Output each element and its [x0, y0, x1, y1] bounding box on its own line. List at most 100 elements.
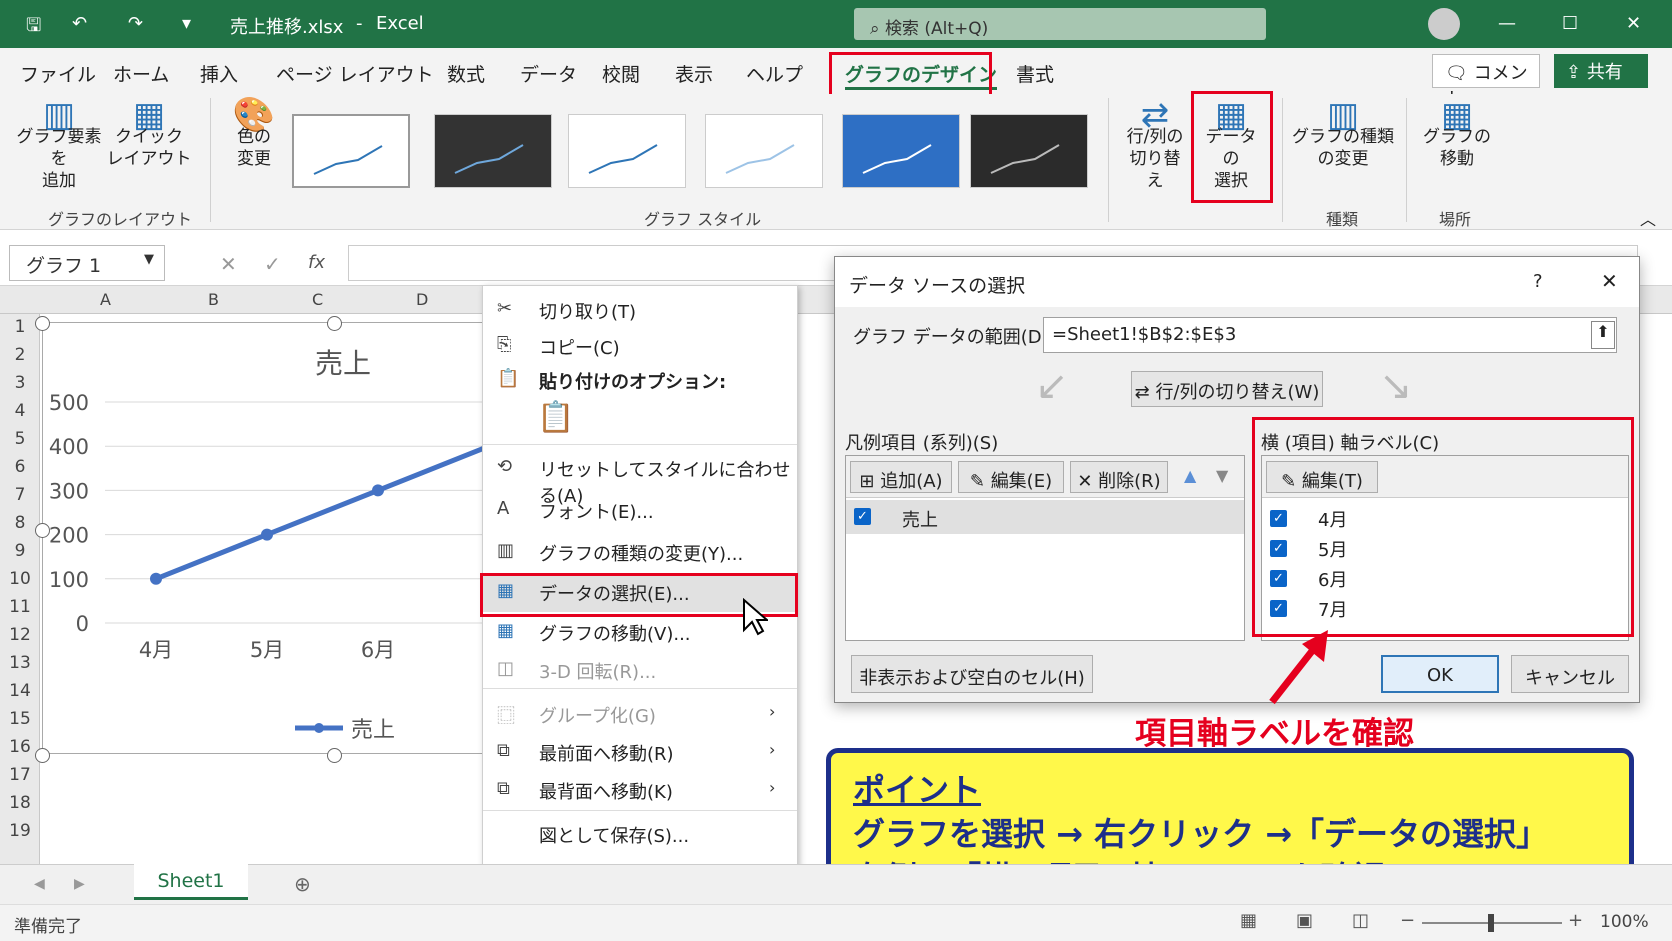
redo-icon[interactable]: ↷ [128, 13, 143, 34]
row-number[interactable]: 18 [0, 793, 40, 813]
data-point[interactable] [261, 528, 273, 541]
change-color-button[interactable]: 🎨 色の 変更 [222, 98, 286, 170]
collapse-range-icon[interactable]: ⬆ [1591, 321, 1615, 349]
chart-title[interactable]: 売上 [315, 347, 371, 380]
tab-page-layout[interactable]: ページ レイアウト [276, 60, 434, 87]
minimize-icon[interactable]: — [1498, 13, 1516, 34]
column-a[interactable]: A [100, 290, 111, 309]
row-number[interactable]: 8 [0, 513, 40, 533]
page-layout-view-icon[interactable]: ▣ [1296, 910, 1313, 931]
chevron-down-icon[interactable]: ▼ [144, 252, 154, 267]
add-sheet-icon[interactable]: ⊕ [294, 872, 311, 896]
add-series-button[interactable]: ⊞ 追加(A) [850, 461, 952, 493]
row-number[interactable]: 3 [0, 373, 40, 393]
help-icon[interactable]: ? [1533, 271, 1543, 292]
sheet-tab-sheet1[interactable]: Sheet1 [134, 864, 248, 900]
customize-icon[interactable]: ▾ [182, 13, 191, 34]
row-number[interactable]: 12 [0, 625, 40, 645]
series-checkbox[interactable]: ✓ [854, 508, 871, 525]
legend-label[interactable]: 売上 [351, 718, 395, 743]
collapse-ribbon-icon[interactable]: ︿ [1640, 206, 1656, 230]
share-button[interactable]: ⇪ 共有 [1554, 54, 1648, 88]
zoom-out-icon[interactable]: − [1400, 910, 1415, 931]
row-number[interactable]: 4 [0, 401, 40, 421]
range-input[interactable]: =Sheet1!$B$2:$E$3 [1043, 317, 1617, 353]
tab-formulas[interactable]: 数式 [447, 60, 485, 87]
column-b[interactable]: B [208, 290, 219, 309]
search-input[interactable]: ⌕ 検索 (Alt+Q) [854, 8, 1266, 40]
row-number[interactable]: 17 [0, 765, 40, 785]
menu-cut[interactable]: 切り取り(T) [539, 298, 636, 324]
row-number[interactable]: 1 [0, 317, 40, 337]
menu-change-chart-type[interactable]: グラフの種類の変更(Y)... [539, 540, 743, 566]
cancel-icon[interactable]: ✕ [220, 252, 237, 276]
chart-style-4[interactable] [705, 114, 823, 188]
undo-icon[interactable]: ↶ [72, 13, 87, 34]
row-number[interactable]: 5 [0, 429, 40, 449]
save-icon[interactable]: 🖫 [26, 13, 41, 43]
row-number[interactable]: 13 [0, 653, 40, 673]
enter-icon[interactable]: ✓ [264, 252, 281, 276]
quick-layout-button[interactable]: ▦ クイック レイアウト [106, 98, 192, 170]
menu-move-chart[interactable]: グラフの移動(V)... [539, 620, 691, 646]
scroll-left-icon[interactable]: ◀ [34, 876, 45, 892]
row-number[interactable]: 14 [0, 681, 40, 701]
comment-button[interactable]: 🗨 コメント [1432, 54, 1540, 110]
row-number[interactable]: 2 [0, 345, 40, 365]
edit-series-button[interactable]: ✎ 編集(E) [958, 461, 1064, 493]
delete-series-button[interactable]: ✕ 削除(R) [1070, 461, 1168, 493]
tab-insert[interactable]: 挿入 [200, 60, 238, 87]
chart-style-2[interactable] [434, 114, 552, 188]
row-number[interactable]: 15 [0, 709, 40, 729]
tab-help[interactable]: ヘルプ [746, 60, 803, 87]
chart-style-3[interactable] [568, 114, 686, 188]
zoom-in-icon[interactable]: + [1568, 910, 1583, 931]
function-icon[interactable]: fx [308, 252, 325, 273]
data-point[interactable] [372, 484, 384, 497]
menu-font[interactable]: フォント(E)... [539, 498, 654, 524]
move-chart-button[interactable]: ▦ グラフの 移動 [1418, 98, 1496, 170]
paste-option-icon[interactable]: 📋 [537, 400, 574, 435]
zoom-slider-thumb[interactable] [1488, 914, 1494, 932]
resize-handle[interactable] [35, 523, 50, 538]
resize-handle[interactable] [327, 316, 342, 331]
row-number[interactable]: 16 [0, 737, 40, 757]
column-c[interactable]: C [312, 290, 323, 309]
name-box[interactable]: グラフ 1 ▼ [9, 245, 165, 281]
avatar[interactable] [1428, 8, 1460, 40]
menu-copy[interactable]: コピー(C) [539, 334, 620, 360]
ok-button[interactable]: OK [1381, 655, 1499, 693]
series-line-uriage[interactable] [155, 434, 514, 582]
row-number[interactable]: 6 [0, 457, 40, 477]
row-number[interactable]: 11 [0, 597, 40, 617]
tab-review[interactable]: 校閲 [602, 60, 640, 87]
resize-handle[interactable] [327, 748, 342, 763]
maximize-icon[interactable]: ☐ [1562, 13, 1578, 34]
column-d[interactable]: D [416, 290, 428, 309]
chart-style-6[interactable] [970, 114, 1088, 188]
dialog-close-icon[interactable]: ✕ [1601, 269, 1618, 293]
add-chart-element-button[interactable]: ▥ グラフ要素を 追加 [14, 98, 104, 192]
page-break-view-icon[interactable]: ◫ [1352, 910, 1369, 931]
change-chart-type-button[interactable]: ▥ グラフの種類 の変更 [1292, 98, 1394, 170]
chart-style-1[interactable] [292, 114, 410, 188]
menu-send-to-back[interactable]: 最背面へ移動(K) [539, 778, 673, 804]
row-number[interactable]: 9 [0, 541, 40, 561]
resize-handle[interactable] [35, 316, 50, 331]
move-up-icon[interactable]: ▲ [1184, 466, 1196, 485]
row-number[interactable]: 10 [0, 569, 40, 589]
row-number[interactable]: 19 [0, 821, 40, 841]
chart-object[interactable]: 売上 500 400 300 200 100 0 4月 5月 6月 売上 [42, 322, 514, 754]
switch-rowcol-button[interactable]: ⇄ 行/列の切り替え(W) [1131, 371, 1323, 407]
normal-view-icon[interactable]: ▦ [1240, 910, 1257, 931]
switch-row-column-button[interactable]: ⇄ 行/列の 切り替え [1122, 98, 1188, 192]
chart-style-5[interactable] [842, 114, 960, 188]
row-number[interactable]: 7 [0, 485, 40, 505]
tab-view[interactable]: 表示 [675, 60, 713, 87]
cancel-button[interactable]: キャンセル [1511, 655, 1629, 693]
tab-data[interactable]: データ [520, 60, 577, 87]
tab-home[interactable]: ホーム [113, 60, 169, 87]
menu-bring-to-front[interactable]: 最前面へ移動(R) [539, 740, 674, 766]
hidden-empty-cells-button[interactable]: 非表示および空白のセル(H) [851, 655, 1093, 693]
tab-format[interactable]: 書式 [1016, 60, 1054, 87]
